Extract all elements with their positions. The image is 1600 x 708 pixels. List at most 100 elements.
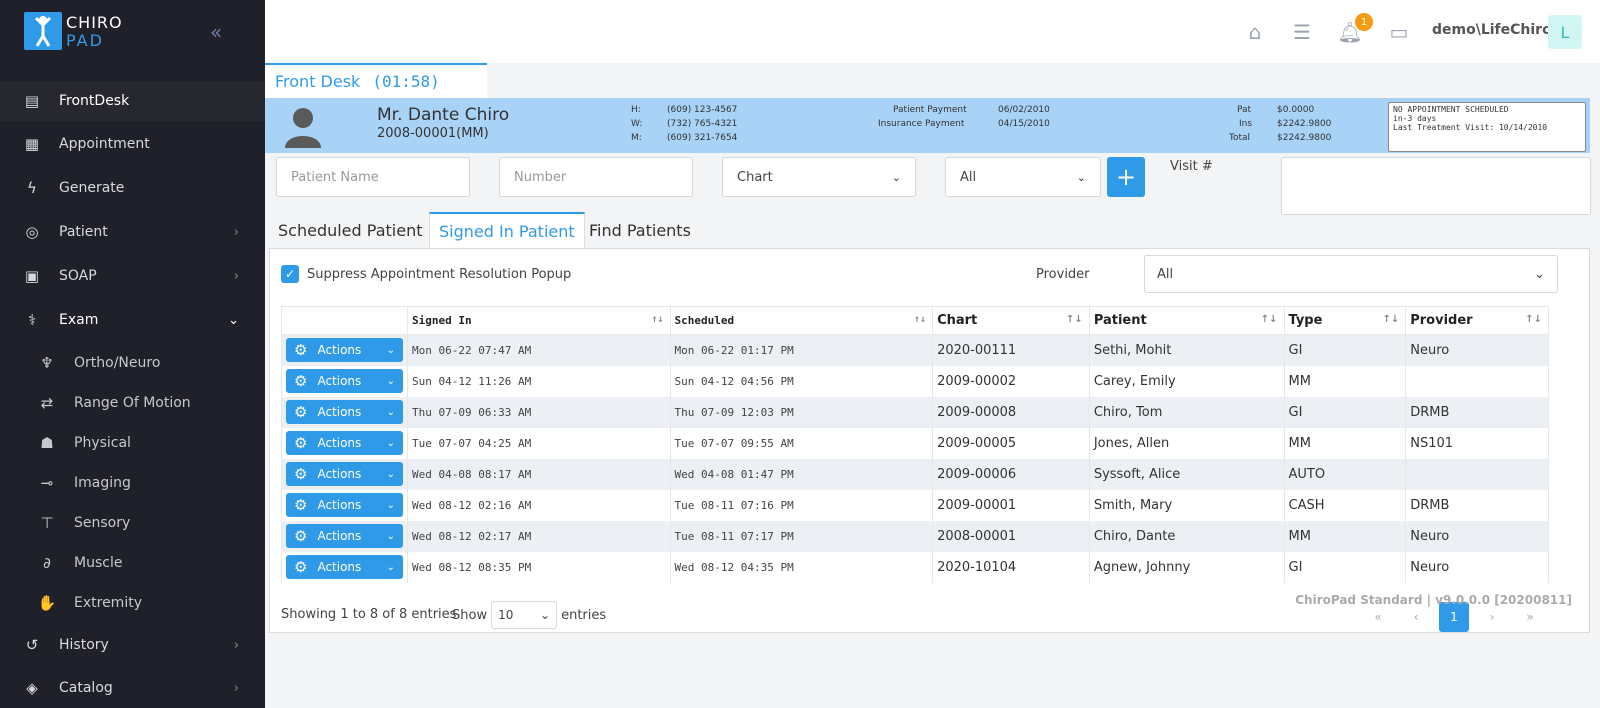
imaging-icon: ⊸ [40, 474, 54, 492]
sidebar-subitem-imaging[interactable]: ⊸ Imaging [0, 465, 265, 501]
col-header-provider[interactable]: Provider ↑↓ [1405, 306, 1549, 335]
col-header-type[interactable]: Type ↑↓ [1283, 306, 1407, 335]
patient-name-input[interactable]: Patient Name [276, 157, 470, 197]
cell-scheduled: Wed 04-08 01:47 PM [669, 458, 934, 490]
user-name[interactable]: demo\LifeChiro [1432, 22, 1552, 38]
sidebar-item-soap[interactable]: ▣ SOAP › [0, 256, 265, 296]
cell-signed-in: Thu 07-09 06:33 AM [407, 396, 671, 428]
sort-icon[interactable]: ↑↓ [914, 314, 926, 325]
cell-signed-in: Sun 04-12 11:26 AM [407, 365, 671, 397]
cell-provider [1405, 458, 1549, 490]
cell-chart: 2009-00005 [932, 427, 1090, 459]
sort-icon[interactable]: ↑↓ [1525, 314, 1542, 325]
cell-type: MM [1283, 520, 1407, 552]
sidebar-subitem-sensory[interactable]: ⊤ Sensory [0, 505, 265, 541]
sidebar-item-exam[interactable]: ⚕ Exam ⌄ [0, 300, 265, 340]
sidebar-subitem-range-of-motion[interactable]: ⇄ Range Of Motion [0, 385, 265, 421]
table-row: ⚙ Actions ⌄ Wed 08-12 02:17 AM Tue 08-11 07:… [281, 520, 1549, 552]
sidebar-item-generate[interactable]: ϟ Generate [0, 168, 265, 208]
cell-actions: ⚙ Actions ⌄ [281, 489, 408, 521]
sidebar-subitem-ortho-neuro[interactable]: ♆ Ortho/Neuro [0, 345, 265, 381]
col-header-signed-in[interactable]: Signed In ↑↓ [407, 306, 671, 335]
gear-icon: ⚙ [294, 558, 308, 576]
actions-button[interactable]: ⚙ Actions ⌄ [286, 400, 403, 424]
payment-date: 06/02/2010 [998, 105, 1050, 115]
sidebar-item-catalog[interactable]: ◈ Catalog › [0, 668, 265, 708]
cell-chart: 2009-00002 [932, 365, 1090, 397]
cell-scheduled: Tue 08-11 07:16 PM [669, 489, 934, 521]
cell-chart: 2008-00001 [932, 520, 1090, 552]
tab-find-patients[interactable]: Find Patients [580, 212, 700, 248]
sidebar-subitem-physical[interactable]: ☗ Physical [0, 425, 265, 461]
search-type-value: Chart [737, 169, 773, 185]
number-input[interactable]: Number [499, 157, 693, 197]
bolt-icon: ϟ [27, 179, 37, 197]
status-filter-select[interactable]: All ⌄ [945, 157, 1101, 197]
gear-icon: ⚙ [294, 465, 308, 483]
sort-icon[interactable]: ↑↓ [1382, 314, 1399, 325]
sidebar: CHIRO PAD « ▤ FrontDesk ▦ Appointment ϟ … [0, 0, 265, 708]
tab-signed-in-patient[interactable]: Signed In Patient [429, 212, 585, 248]
home-icon[interactable]: ⌂ [1243, 20, 1267, 44]
search-type-select[interactable]: Chart ⌄ [722, 157, 916, 197]
appointment-note-field[interactable]: NO APPOINTMENT SCHEDULED in-3 days Last … [1388, 102, 1586, 152]
check-icon: ✓ [281, 265, 299, 283]
actions-label: Actions [317, 560, 362, 574]
cell-patient: Agnew, Johnny [1088, 551, 1285, 583]
sidebar-item-label: Exam [59, 312, 99, 328]
col-header-chart[interactable]: Chart ↑↓ [932, 306, 1090, 335]
status-filter-value: All [960, 169, 977, 185]
suppress-popup-checkbox[interactable]: ✓ Suppress Appointment Resolution Popup [281, 265, 571, 283]
page-length-select[interactable]: 10 ⌄ [491, 601, 558, 629]
col-header-patient[interactable]: Patient ↑↓ [1088, 306, 1285, 335]
sidebar-subitem-extremity[interactable]: ✋ Extremity [0, 585, 265, 621]
actions-button[interactable]: ⚙ Actions ⌄ [286, 493, 403, 517]
sort-icon[interactable]: ↑↓ [651, 314, 663, 325]
actions-button[interactable]: ⚙ Actions ⌄ [286, 369, 403, 393]
actions-button[interactable]: ⚙ Actions ⌄ [286, 338, 403, 363]
actions-button[interactable]: ⚙ Actions ⌄ [286, 524, 403, 548]
tab-front-desk[interactable]: Front Desk (01:58) [265, 63, 487, 98]
actions-button[interactable]: ⚙ Actions ⌄ [286, 555, 403, 579]
actions-button[interactable]: ⚙ Actions ⌄ [286, 462, 403, 486]
actions-button[interactable]: ⚙ Actions ⌄ [286, 431, 403, 455]
cell-patient: Chiro, Dante [1088, 520, 1285, 552]
suppress-popup-label: Suppress Appointment Resolution Popup [307, 266, 572, 282]
col-header-scheduled[interactable]: Scheduled ↑↓ [669, 306, 934, 335]
sidebar-item-label: Generate [59, 180, 125, 196]
sort-icon[interactable]: ↑↓ [1066, 314, 1083, 325]
page-length-control: Show 10 ⌄ entries [452, 601, 606, 629]
sliders-icon[interactable]: ☰ [1290, 20, 1314, 44]
collapse-sidebar-icon[interactable]: « [210, 20, 222, 44]
sidebar-item-patient[interactable]: ◎ Patient › [0, 212, 265, 252]
cell-actions: ⚙ Actions ⌄ [281, 334, 408, 366]
signed-in-table: Signed In ↑↓ Scheduled ↑↓ Chart ↑↓ Patient ↑… [281, 306, 1549, 583]
chevron-down-icon: ⌄ [386, 406, 395, 418]
balance-value: $2242.9800 [1277, 133, 1332, 143]
history-icon: ↺ [25, 636, 39, 654]
chevron-down-icon: ⌄ [540, 608, 551, 622]
sidebar-subitem-muscle[interactable]: ∂ Muscle [0, 545, 265, 581]
cell-scheduled: Thu 07-09 12:03 PM [669, 396, 934, 428]
sidebar-item-frontdesk[interactable]: ▤ FrontDesk [0, 81, 265, 121]
chat-icon[interactable]: ▭ [1387, 20, 1411, 44]
cell-provider: NS101 [1405, 427, 1549, 459]
cell-patient: Sethi, Mohit [1088, 334, 1285, 366]
visit-number-field[interactable] [1281, 157, 1591, 215]
provider-value: All [1157, 266, 1174, 282]
sidebar-item-history[interactable]: ↺ History › [0, 625, 265, 665]
patient-banner: Mr. Dante Chiro 2008-00001(MM) H: (609) … [265, 98, 1590, 153]
tab-scheduled-patient[interactable]: Scheduled Patient [269, 212, 431, 248]
sort-icon[interactable]: ↑↓ [1261, 314, 1278, 325]
add-patient-button[interactable]: + [1107, 157, 1145, 197]
table-row: ⚙ Actions ⌄ Wed 08-12 02:16 AM Tue 08-11 07:… [281, 489, 1549, 521]
cell-provider: DRMB [1405, 489, 1549, 521]
actions-label: Actions [317, 436, 362, 450]
patient-icon: ◎ [25, 223, 39, 241]
provider-select[interactable]: All ⌄ [1144, 255, 1558, 293]
sidebar-item-appointment[interactable]: ▦ Appointment [0, 124, 265, 164]
avatar[interactable]: L [1548, 15, 1582, 49]
cell-actions: ⚙ Actions ⌄ [281, 551, 408, 583]
cell-chart: 2009-00008 [932, 396, 1090, 428]
chiropad-logo[interactable]: CHIRO PAD [24, 12, 124, 52]
